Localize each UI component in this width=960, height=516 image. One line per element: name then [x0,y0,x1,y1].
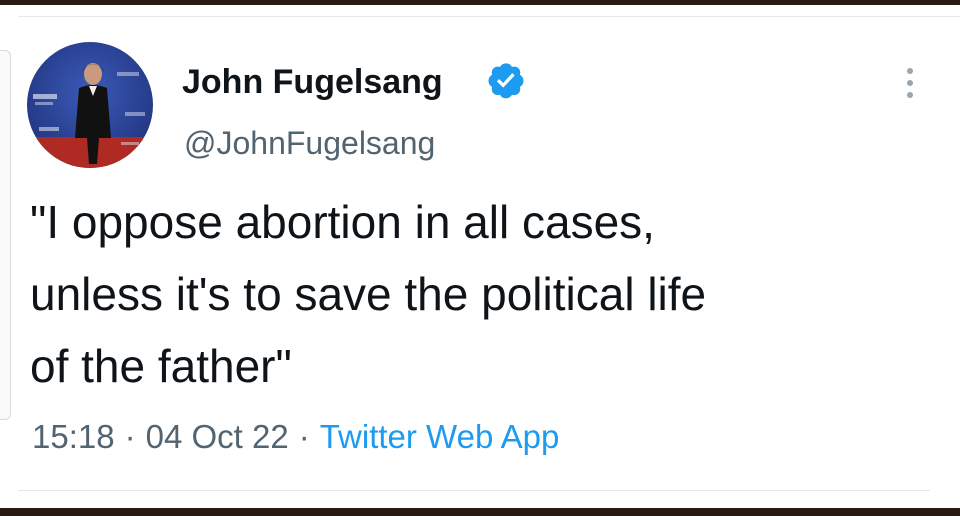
avatar[interactable] [27,42,153,168]
author-display-name[interactable]: John Fugelsang [182,62,443,102]
tweet-date[interactable]: 04 Oct 22 [146,418,289,455]
tweet-text-line: unless it's to save the political life [30,268,707,320]
left-panel-edge [0,50,11,420]
profile-photo-icon [27,42,153,168]
tweet-source-link[interactable]: Twitter Web App [320,418,560,455]
author-handle[interactable]: @JohnFugelsang [184,123,435,163]
tweet-time[interactable]: 15:18 [32,418,115,455]
tweet-metadata: 15:18 · 04 Oct 22 · Twitter Web App [32,416,559,458]
top-border [0,0,960,5]
bottom-border [0,508,960,516]
tweet-text: "I oppose abortion in all cases, unless … [30,186,940,402]
verified-badge-icon [486,60,526,100]
separator-dot: · [298,418,310,455]
tweet-text-line: of the father" [30,340,292,392]
top-divider [18,16,960,17]
bottom-divider [18,490,930,491]
more-vertical-icon[interactable] [902,66,918,100]
separator-dot: · [124,418,136,455]
tweet-text-line: "I oppose abortion in all cases, [30,196,655,248]
